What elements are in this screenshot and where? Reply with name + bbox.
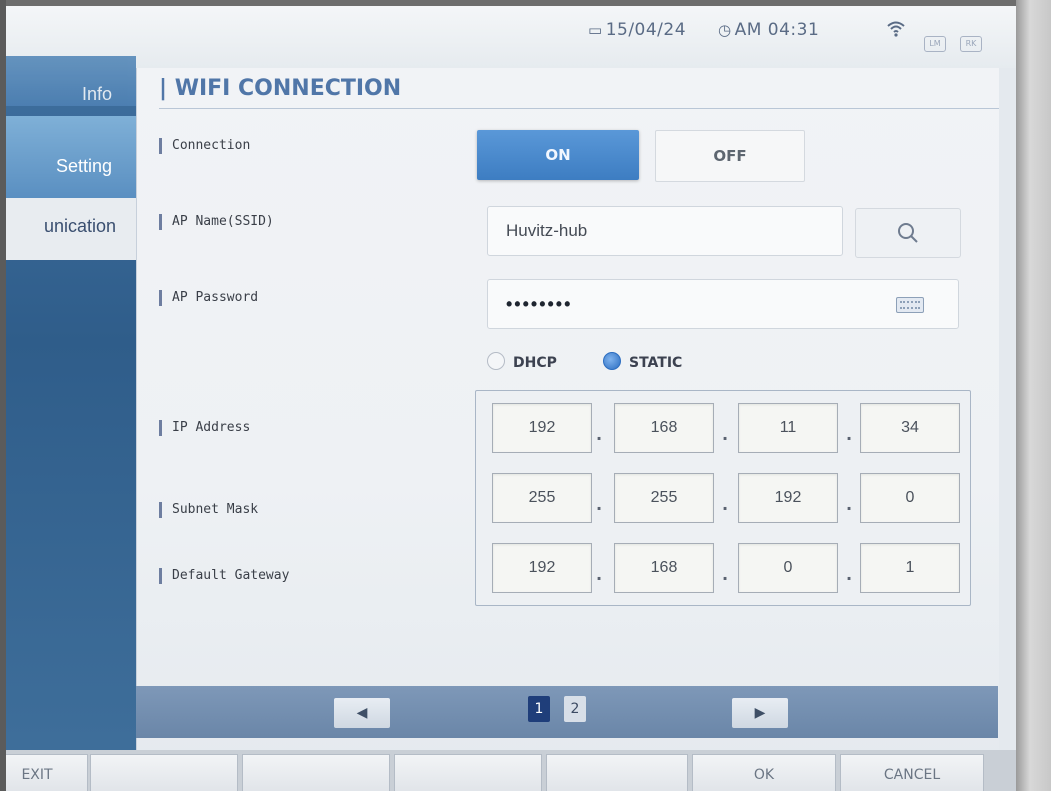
radio-dot <box>487 352 505 370</box>
status-bar: ▭ 15/04/24 ◷ AM 04:31 LM RK <box>6 6 1016 68</box>
cancel-button[interactable]: CANCEL <box>840 754 984 791</box>
ssid-search-button[interactable] <box>855 208 961 258</box>
wifi-icon <box>886 20 906 43</box>
prev-page-button[interactable]: ◀ <box>334 698 390 728</box>
bottom-button-4[interactable] <box>394 754 542 791</box>
sidebar-item-label: Setting <box>55 156 112 176</box>
ok-button[interactable]: OK <box>692 754 836 791</box>
octet-separator: . <box>596 425 603 444</box>
ip-octet-2[interactable]: 168 <box>614 403 714 453</box>
gateway-octet-2[interactable]: 168 <box>614 543 714 593</box>
octet-separator: . <box>596 565 603 584</box>
ip-settings-frame: 192 . 168 . 11 . 34 255 . 255 . 192 . 0 … <box>475 390 971 606</box>
device-screen: ▭ 15/04/24 ◷ AM 04:31 LM RK Info Setting u… <box>6 6 1016 791</box>
subnet-octet-4[interactable]: 0 <box>860 473 960 523</box>
gateway-octet-4[interactable]: 1 <box>860 543 960 593</box>
bottom-button-3[interactable] <box>242 754 390 791</box>
rk-badge: RK <box>960 36 982 52</box>
password-label: AP Password <box>159 290 258 306</box>
static-label: STATIC <box>629 355 683 371</box>
default-gateway-label: Default Gateway <box>159 568 289 584</box>
connection-off-button[interactable]: OFF <box>655 130 805 182</box>
time-text: AM 04:31 <box>734 20 820 40</box>
status-time: ◷ AM 04:31 <box>718 20 819 40</box>
octet-separator: . <box>722 425 729 444</box>
octet-separator: . <box>846 495 853 514</box>
ssid-label: AP Name(SSID) <box>159 214 274 230</box>
clock-icon: ◷ <box>718 21 732 39</box>
page-2-button[interactable]: 2 <box>564 696 586 722</box>
keyboard-icon[interactable] <box>896 297 924 313</box>
ssid-input[interactable] <box>504 219 808 243</box>
sidebar-item-label: unication <box>43 216 116 236</box>
ssid-field[interactable] <box>487 206 843 256</box>
static-radio[interactable]: STATIC <box>603 352 682 371</box>
dhcp-label: DHCP <box>513 355 557 371</box>
octet-separator: . <box>846 425 853 444</box>
sidebar-item-communication[interactable]: unication <box>6 198 136 260</box>
octet-separator: . <box>722 495 729 514</box>
ip-octet-1[interactable]: 192 <box>492 403 592 453</box>
dhcp-radio[interactable]: DHCP <box>487 352 557 371</box>
exit-button[interactable]: EXIT <box>6 754 88 791</box>
password-field[interactable] <box>487 279 959 329</box>
octet-separator: . <box>846 565 853 584</box>
bottom-button-5[interactable] <box>546 754 688 791</box>
connection-label: Connection <box>159 138 250 154</box>
octet-separator: . <box>722 565 729 584</box>
gateway-octet-3[interactable]: 0 <box>738 543 838 593</box>
ip-octet-3[interactable]: 11 <box>738 403 838 453</box>
sidebar-item-info[interactable]: Info <box>6 56 136 106</box>
subnet-octet-3[interactable]: 192 <box>738 473 838 523</box>
date-text: 15/04/24 <box>605 20 687 40</box>
subnet-mask-label: Subnet Mask <box>159 502 258 518</box>
bezel-right <box>1016 0 1051 791</box>
radio-dot <box>603 352 621 370</box>
sidebar-item-label: Info <box>81 84 112 104</box>
octet-separator: . <box>596 495 603 514</box>
connection-on-button[interactable]: ON <box>477 130 639 180</box>
pagination-bar: ◀ 1 2 ▶ <box>136 686 998 738</box>
title-divider <box>159 108 999 109</box>
page-title: | WIFI CONNECTION <box>159 76 402 101</box>
search-icon <box>898 223 918 243</box>
ip-octet-4[interactable]: 34 <box>860 403 960 453</box>
ip-address-label: IP Address <box>159 420 250 436</box>
bottom-button-2[interactable] <box>90 754 238 791</box>
next-page-button[interactable]: ▶ <box>732 698 788 728</box>
page-1-button[interactable]: 1 <box>528 696 550 722</box>
bottom-button-bar: EXIT OK CANCEL <box>6 750 1016 791</box>
lm-badge: LM <box>924 36 946 52</box>
calendar-icon: ▭ <box>588 21 603 39</box>
gateway-octet-1[interactable]: 192 <box>492 543 592 593</box>
status-date: ▭ 15/04/24 <box>588 20 686 40</box>
subnet-octet-2[interactable]: 255 <box>614 473 714 523</box>
sidebar-item-setting[interactable]: Setting <box>6 116 136 198</box>
password-input[interactable] <box>504 292 888 316</box>
subnet-octet-1[interactable]: 255 <box>492 473 592 523</box>
sidebar: Info Setting unication <box>6 56 136 770</box>
wifi-panel: | WIFI CONNECTION Connection AP Name(SSI… <box>136 68 999 758</box>
